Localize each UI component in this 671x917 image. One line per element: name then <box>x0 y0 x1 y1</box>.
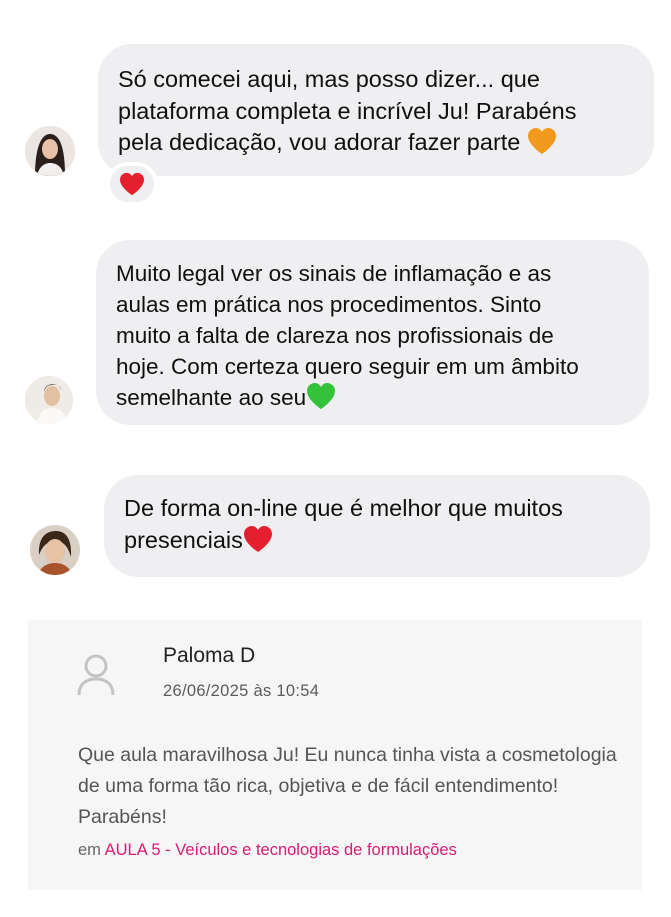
avatar[interactable] <box>30 525 80 575</box>
orange-heart-icon <box>527 128 556 154</box>
message-text: De forma on-line que é melhor que muitos… <box>124 495 563 553</box>
message-text: Só comecei aqui, mas posso dizer... que … <box>118 66 577 155</box>
reaction-badge[interactable] <box>106 162 158 206</box>
lesson-reference: em AULA 5 - Veículos e tecnologias de fo… <box>78 841 457 860</box>
message-text: Muito legal ver os sinais de inflamação … <box>116 261 579 410</box>
comment-text: Que aula maravilhosa Ju! Eu nunca tinha … <box>78 744 617 828</box>
message-bubble[interactable]: Só comecei aqui, mas posso dizer... que … <box>98 44 654 176</box>
comment-card: Paloma D 26/06/2025 às 10:54 Que aula ma… <box>28 620 642 890</box>
lesson-prefix: em <box>78 841 101 859</box>
comment-author: Paloma D <box>163 644 256 667</box>
green-heart-icon <box>307 383 336 409</box>
red-heart-icon <box>243 525 272 552</box>
user-icon <box>77 654 115 696</box>
avatar[interactable] <box>25 126 75 176</box>
avatar[interactable] <box>25 376 73 424</box>
red-heart-icon <box>120 172 144 196</box>
message-bubble[interactable]: De forma on-line que é melhor que muitos… <box>104 475 650 577</box>
comment-date: 26/06/2025 às 10:54 <box>163 682 320 700</box>
lesson-link[interactable]: AULA 5 - Veículos e tecnologias de formu… <box>105 841 457 859</box>
message-bubble[interactable]: Muito legal ver os sinais de inflamação … <box>96 240 649 425</box>
